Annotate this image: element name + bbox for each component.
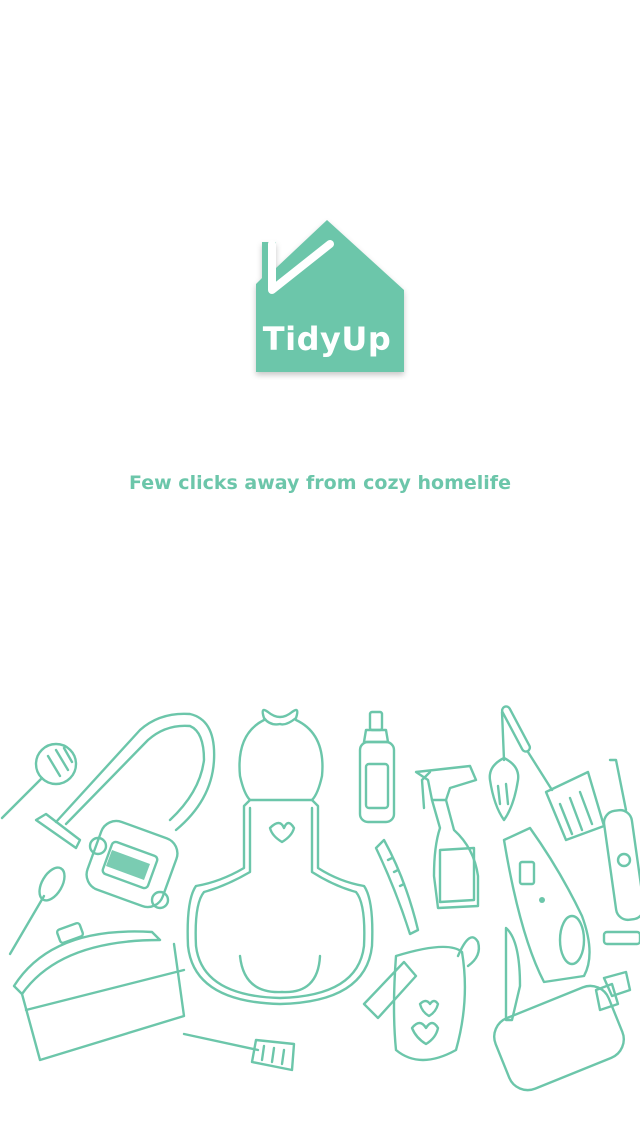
steam-mop-icon: [602, 758, 640, 946]
app-name: TidyUp: [262, 320, 392, 358]
dish-soap-icon: [358, 710, 396, 824]
oven-mitt-icon: [362, 936, 481, 1062]
turner-icon: [500, 705, 606, 842]
tagline: Few clicks away from cozy homelife: [129, 472, 511, 494]
app-logo: TidyUp: [244, 214, 410, 380]
spatula-icon: [488, 710, 520, 822]
apron-icon: [186, 708, 374, 1006]
handheld-vacuum-icon: [502, 826, 591, 984]
knife-icon: [374, 838, 522, 1022]
spray-bottle-icon: [414, 764, 480, 910]
cooking-pot-icon: [12, 921, 186, 1062]
skimmer-icon: [0, 742, 78, 820]
household-illustration: [0, 700, 640, 1100]
soap-dispenser-icon: [493, 970, 632, 1092]
slotted-spatula-icon: [182, 1032, 296, 1072]
